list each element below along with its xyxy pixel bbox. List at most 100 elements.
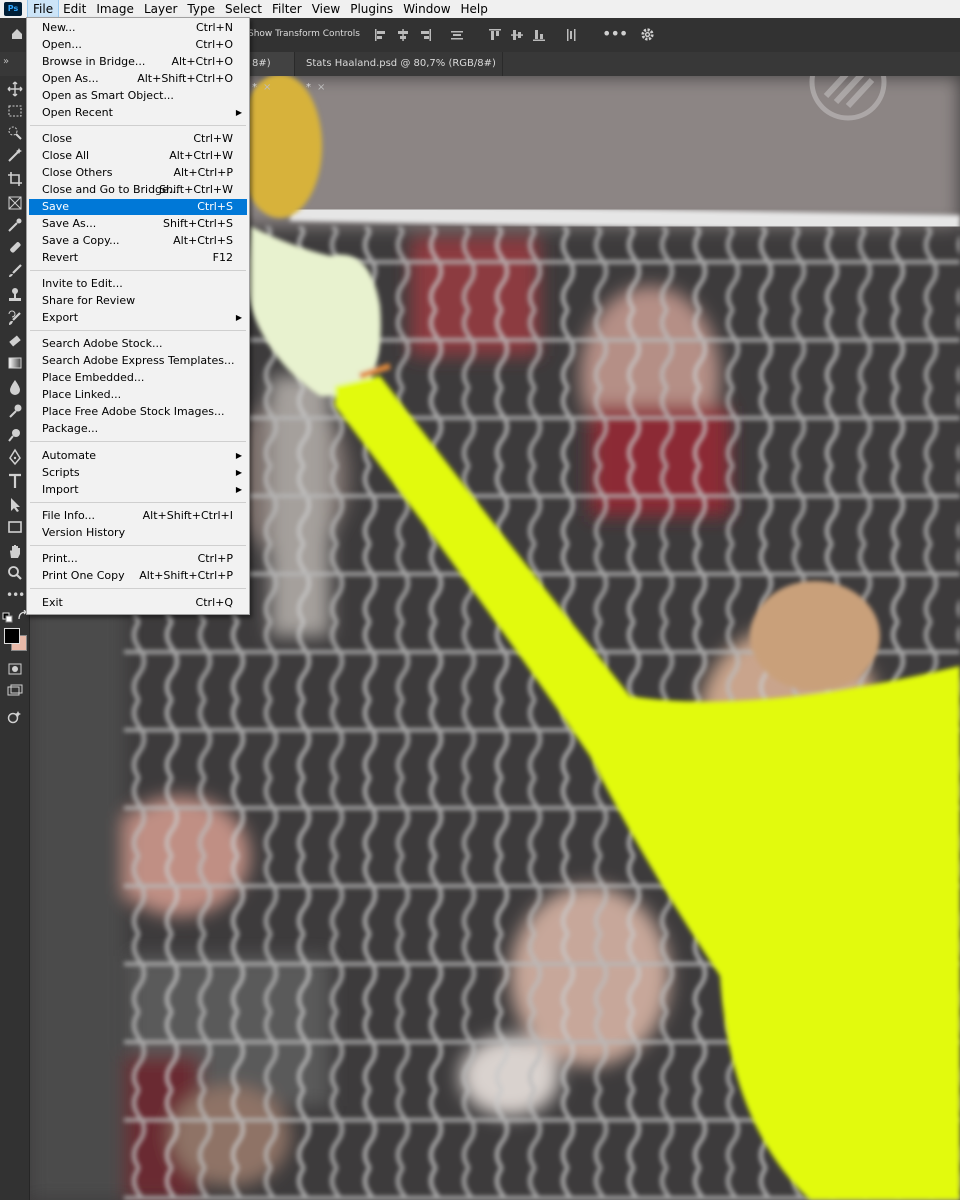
menu-item-save[interactable]: Save Ctrl+S [29, 199, 247, 215]
menu-file[interactable]: File [26, 0, 60, 19]
move-tool-icon[interactable] [6, 80, 24, 98]
submenu-arrow-icon: ▶ [235, 485, 242, 494]
menu-item-close-all[interactable]: Close All Alt+Ctrl+W [29, 148, 247, 164]
align-left-edges-icon[interactable] [374, 28, 388, 42]
home-icon[interactable] [10, 27, 24, 41]
menu-item-close-others[interactable]: Close Others Alt+Ctrl+P [29, 165, 247, 181]
menu-view[interactable]: View [307, 0, 345, 18]
align-top-edges-icon[interactable] [488, 28, 502, 42]
crop-tool-icon[interactable] [6, 170, 24, 188]
edit-toolbar-icon[interactable]: ••• [6, 588, 25, 606]
clone-stamp-tool-icon[interactable] [6, 286, 24, 304]
generative-fill-icon[interactable] [6, 708, 24, 726]
menu-separator [30, 330, 246, 331]
more-options-icon[interactable]: ••• [602, 24, 628, 43]
menu-item-automate[interactable]: Automate ▶ [29, 448, 247, 464]
submenu-arrow-icon: ▶ [235, 108, 242, 117]
menu-item-version-history[interactable]: Version History [29, 525, 247, 541]
dodge-tool-icon[interactable] [6, 426, 24, 444]
menu-separator [30, 502, 246, 503]
screen-mode-icon[interactable] [6, 682, 24, 700]
submenu-arrow-icon: ▶ [235, 313, 242, 322]
foreground-color-swatch[interactable] [4, 628, 20, 644]
frame-tool-icon[interactable] [6, 194, 24, 212]
menu-item-file-info[interactable]: File Info... Alt+Shift+Ctrl+I [29, 508, 247, 524]
menu-item-save-a-copy[interactable]: Save a Copy... Alt+Ctrl+S [29, 233, 247, 249]
menu-item-open-recent[interactable]: Open Recent ▶ [29, 105, 247, 121]
submenu-arrow-icon: ▶ [235, 468, 242, 477]
menu-item-search-adobe-express-templates[interactable]: Search Adobe Express Templates... [29, 353, 247, 369]
menu-select[interactable]: Select [220, 0, 267, 18]
hand-tool-icon[interactable] [6, 542, 24, 560]
zoom-tool-icon[interactable] [6, 564, 24, 582]
quick-mask-icon[interactable] [6, 660, 24, 678]
menu-item-close[interactable]: Close Ctrl+W [29, 131, 247, 147]
menu-item-close-and-go-to-bridge[interactable]: Close and Go to Bridge... Shift+Ctrl+W [29, 182, 247, 198]
align-vertical-centers-icon[interactable] [510, 28, 524, 42]
menu-item-place-linked[interactable]: Place Linked... [29, 387, 247, 403]
menu-item-open-as[interactable]: Open As... Alt+Shift+Ctrl+O [29, 71, 247, 87]
align-bottom-edges-icon[interactable] [532, 28, 546, 42]
submenu-arrow-icon: ▶ [235, 451, 242, 460]
rectangle-tool-icon[interactable] [6, 518, 24, 536]
menu-type[interactable]: Type [182, 0, 220, 18]
menu-item-exit[interactable]: Exit Ctrl+Q [29, 595, 247, 611]
menu-item-place-embedded[interactable]: Place Embedded... [29, 370, 247, 386]
menu-item-browse-in-bridge[interactable]: Browse in Bridge... Alt+Ctrl+O [29, 54, 247, 70]
menu-layer[interactable]: Layer [139, 0, 182, 18]
healing-brush-tool-icon[interactable] [6, 238, 24, 256]
menu-separator [30, 125, 246, 126]
menu-window[interactable]: Window [398, 0, 455, 18]
tab-stats-haaland[interactable]: Stats Haaland.psd @ 80,7% (RGB/8#) * × [300, 52, 503, 93]
menu-item-revert[interactable]: Revert F12 [29, 250, 247, 266]
file-menu-dropdown: New... Ctrl+N Open... Ctrl+O Browse in Bri… [26, 17, 250, 615]
menu-help[interactable]: Help [456, 0, 493, 18]
eyedropper-tool-icon[interactable] [6, 216, 24, 234]
show-transform-controls-label[interactable]: Show Transform Controls [248, 29, 360, 39]
menu-edit[interactable]: Edit [58, 0, 91, 18]
distribute-vertical-icon[interactable] [450, 28, 464, 42]
magic-wand-tool-icon[interactable] [6, 146, 24, 164]
menu-separator [30, 545, 246, 546]
menu-item-import[interactable]: Import ▶ [29, 482, 247, 498]
menu-plugins[interactable]: Plugins [345, 0, 398, 18]
tab-document-1[interactable]: 8#) * × [246, 52, 295, 93]
menu-item-scripts[interactable]: Scripts ▶ [29, 465, 247, 481]
blur-tool-icon[interactable] [6, 378, 24, 396]
distribute-horizontal-icon[interactable] [564, 28, 578, 42]
menu-item-place-free-adobe-stock-images[interactable]: Place Free Adobe Stock Images... [29, 404, 247, 420]
menu-separator [30, 441, 246, 442]
menu-item-open[interactable]: Open... Ctrl+O [29, 37, 247, 53]
menu-item-print-one-copy[interactable]: Print One Copy Alt+Shift+Ctrl+P [29, 568, 247, 584]
eraser-tool-icon[interactable] [6, 332, 24, 350]
history-brush-tool-icon[interactable] [6, 310, 24, 328]
menu-item-print[interactable]: Print... Ctrl+P [29, 551, 247, 567]
marquee-tool-icon[interactable] [6, 102, 24, 120]
menu-image[interactable]: Image [91, 0, 139, 18]
menu-item-package[interactable]: Package... [29, 421, 247, 437]
menu-item-share-for-review[interactable]: Share for Review [29, 293, 247, 309]
menu-item-save-as[interactable]: Save As... Shift+Ctrl+S [29, 216, 247, 232]
align-horizontal-centers-icon[interactable] [396, 28, 410, 42]
menu-item-new[interactable]: New... Ctrl+N [29, 20, 247, 36]
default-colors-icon[interactable] [2, 612, 14, 624]
menu-item-invite-to-edit[interactable]: Invite to Edit... [29, 276, 247, 292]
menu-separator [30, 270, 246, 271]
menu-item-export[interactable]: Export ▶ [29, 310, 247, 326]
brush-tool-icon[interactable] [6, 262, 24, 280]
close-icon[interactable]: × [317, 82, 325, 93]
path-selection-tool-icon[interactable] [6, 496, 24, 514]
collapse-panels-icon[interactable]: » [3, 56, 9, 67]
pen-tool-icon[interactable] [6, 448, 24, 466]
menu-filter[interactable]: Filter [267, 0, 307, 18]
type-tool-icon[interactable] [6, 472, 24, 490]
smudge-tool-icon[interactable] [6, 402, 24, 420]
quick-selection-tool-icon[interactable] [6, 124, 24, 142]
menu-bar: Ps File Edit Image Layer Type Select Fil… [0, 0, 960, 19]
gear-icon[interactable] [640, 27, 655, 42]
align-right-edges-icon[interactable] [418, 28, 432, 42]
menu-item-search-adobe-stock[interactable]: Search Adobe Stock... [29, 336, 247, 352]
menu-item-open-as-smart-object[interactable]: Open as Smart Object... [29, 88, 247, 104]
gradient-tool-icon[interactable] [6, 354, 24, 372]
close-icon[interactable]: × [263, 82, 271, 93]
